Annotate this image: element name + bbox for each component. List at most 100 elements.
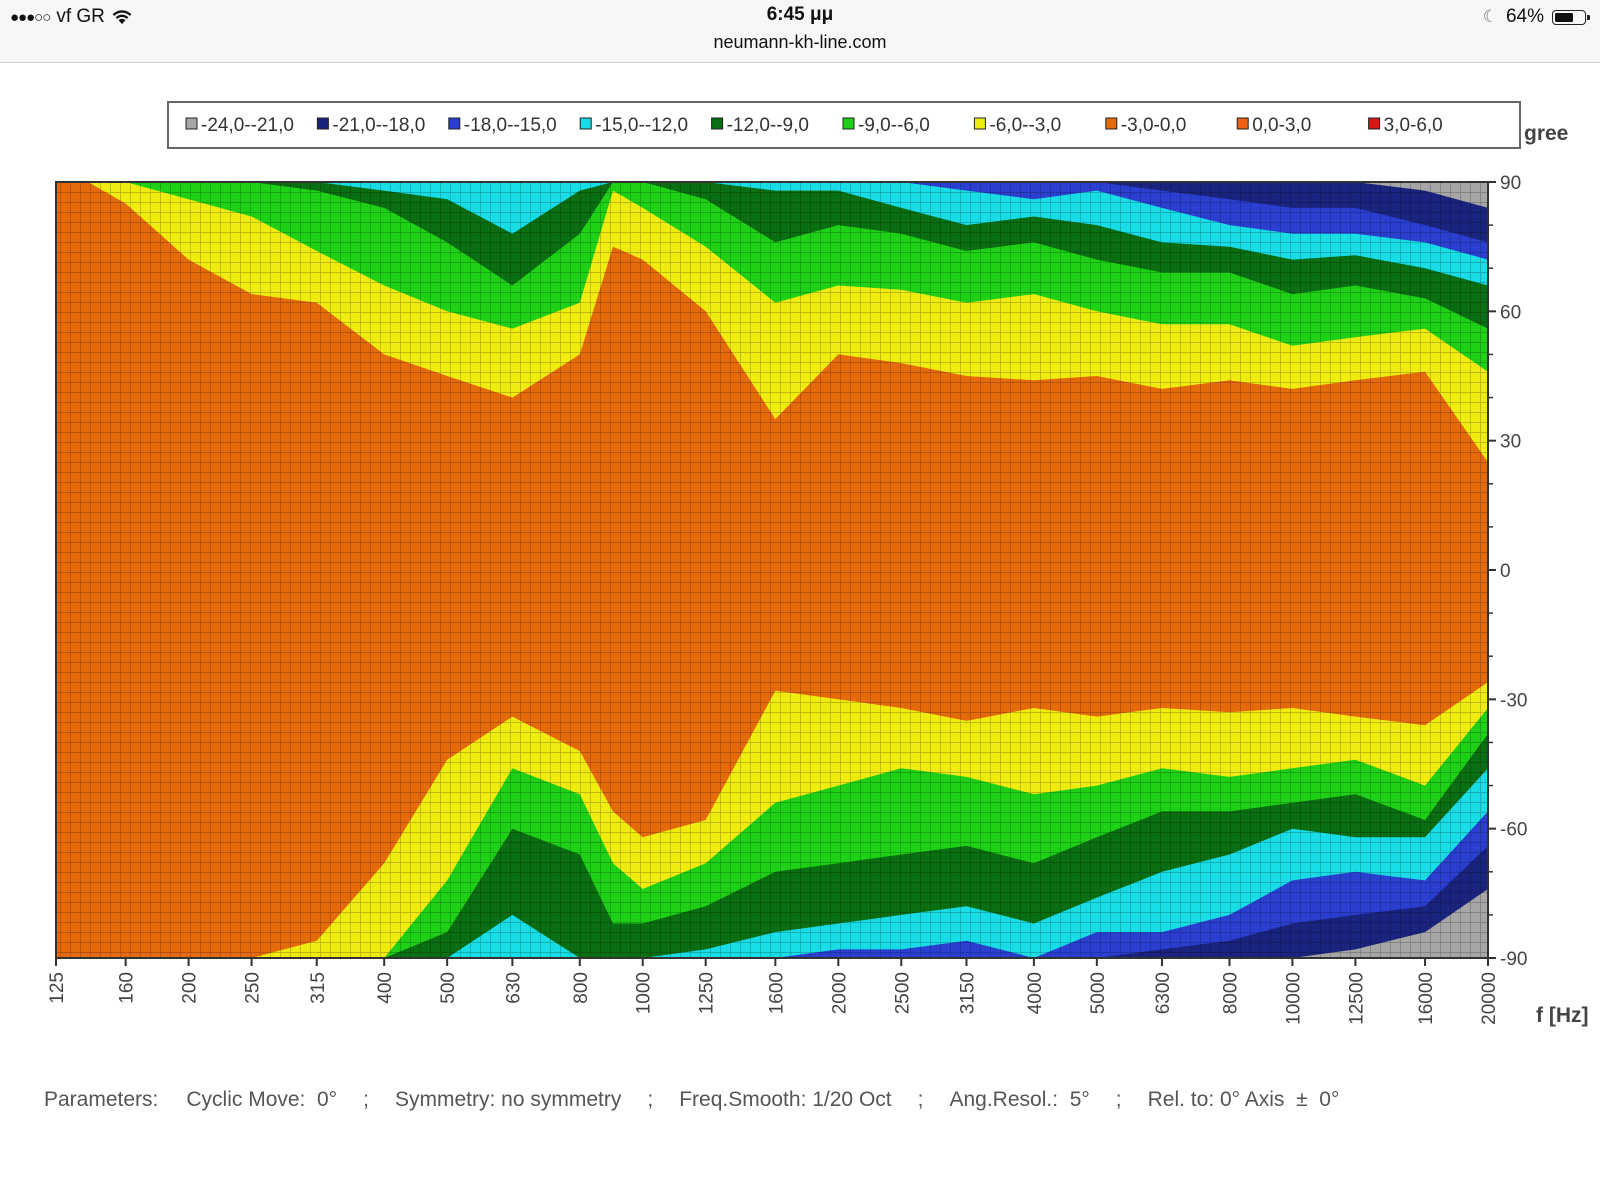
grid-overlay xyxy=(56,182,1488,958)
y-tick-label: 90 xyxy=(1500,173,1521,194)
legend-swatch xyxy=(1236,117,1249,130)
legend-label: -6,0--3,0 xyxy=(989,115,1061,136)
legend-swatch xyxy=(842,117,855,130)
battery-percent: 64% xyxy=(1505,6,1544,27)
legend-swatch xyxy=(579,117,592,130)
x-tick: 1000 xyxy=(634,958,655,1014)
status-right: ☾ 64% xyxy=(1482,4,1590,30)
legend-label: -3,0-0,0 xyxy=(1121,115,1186,136)
x-tick-label: 20000 xyxy=(1479,972,1500,1025)
legend-swatch xyxy=(316,117,329,130)
x-axis-label: f [Hz] xyxy=(1536,1004,1588,1027)
x-tick: 500 xyxy=(438,958,459,1004)
legend-swatch xyxy=(1368,117,1381,130)
y-tick: 0 xyxy=(1488,561,1511,582)
x-tick-label: 200 xyxy=(180,972,201,1004)
x-tick: 630 xyxy=(503,958,524,1004)
x-tick-label: 16000 xyxy=(1416,972,1437,1025)
x-tick-label: 4000 xyxy=(1025,972,1046,1014)
param-rel-to: Rel. to: 0° Axis ± 0° xyxy=(1147,1088,1340,1111)
legend-entry: -21,0--18,0 xyxy=(316,115,425,136)
address-bar-url[interactable]: neumann-kh-line.com xyxy=(0,32,1600,53)
legend-entry: -18,0--15,0 xyxy=(448,115,557,136)
x-tick-label: 500 xyxy=(438,972,459,1004)
param-separator: ; xyxy=(917,1088,924,1111)
legend-swatch xyxy=(711,117,724,130)
x-tick: 1250 xyxy=(697,958,718,1014)
y-tick: -90 xyxy=(1488,949,1527,970)
y-tick: -60 xyxy=(1488,820,1527,841)
x-tick-label: 800 xyxy=(571,972,592,1004)
x-tick: 250 xyxy=(243,958,264,1004)
legend-entry: -12,0--9,0 xyxy=(711,115,809,136)
moon-icon: ☾ xyxy=(1482,7,1498,26)
legend-swatch xyxy=(1105,117,1118,130)
x-tick: 16000 xyxy=(1416,958,1437,1025)
x-tick-label: 10000 xyxy=(1283,972,1304,1025)
y-tick-label: -90 xyxy=(1500,949,1527,970)
param-ang-resol: Ang.Resol.: 5° xyxy=(949,1088,1090,1111)
y-tick-label: 0 xyxy=(1500,561,1511,582)
x-tick-label: 125 xyxy=(47,972,68,1004)
y-tick: -30 xyxy=(1488,690,1527,711)
legend-label: -24,0--21,0 xyxy=(201,115,294,136)
y-tick-label: 60 xyxy=(1500,302,1521,323)
legend-label: -18,0--15,0 xyxy=(464,115,557,136)
x-tick: 4000 xyxy=(1025,958,1046,1014)
legend-swatch xyxy=(448,117,461,130)
x-tick: 315 xyxy=(308,958,329,1004)
param-cyclic-move: Cyclic Move: 0° xyxy=(186,1088,338,1111)
x-tick-label: 8000 xyxy=(1221,972,1242,1014)
y-tick: 90 xyxy=(1488,173,1521,194)
x-tick-label: 1600 xyxy=(766,972,787,1014)
x-tick: 3150 xyxy=(958,958,979,1014)
x-tick-label: 250 xyxy=(243,972,264,1004)
x-tick-label: 630 xyxy=(503,972,524,1004)
x-tick: 20000 xyxy=(1479,958,1500,1025)
y-tick: 30 xyxy=(1488,432,1521,453)
param-symmetry: Symmetry: no symmetry xyxy=(394,1088,622,1111)
x-tick-label: 2500 xyxy=(892,972,913,1014)
parameters-line: Parameters: Cyclic Move: 0° ; Symmetry: … xyxy=(44,1088,1339,1112)
y-tick-label: -30 xyxy=(1500,690,1527,711)
x-tick: 2000 xyxy=(829,958,850,1014)
x-tick: 5000 xyxy=(1088,958,1109,1014)
param-separator: ; xyxy=(647,1088,654,1111)
x-tick: 12500 xyxy=(1346,958,1367,1025)
x-tick: 800 xyxy=(571,958,592,1004)
x-tick-label: 1250 xyxy=(697,972,718,1014)
x-tick-label: 160 xyxy=(117,972,138,1004)
param-freq-smooth: Freq.Smooth: 1/20 Oct xyxy=(679,1088,892,1111)
x-tick-label: 5000 xyxy=(1088,972,1109,1014)
x-tick-label: 400 xyxy=(375,972,396,1004)
x-tick-label: 12500 xyxy=(1346,972,1367,1025)
x-tick: 125 xyxy=(47,958,68,1004)
legend-label: -9,0--6,0 xyxy=(858,115,930,136)
legend-entry: -24,0--21,0 xyxy=(185,115,294,136)
x-tick: 400 xyxy=(375,958,396,1004)
y-tick-label: -60 xyxy=(1500,820,1527,841)
param-separator: ; xyxy=(363,1088,369,1111)
status-time: 6:45 μμ xyxy=(766,4,834,25)
x-axis-ticks: 125 160 200 250 315 400 500 630 800 1000 1250 1600 2… xyxy=(47,958,1500,1025)
legend-entry: -15,0--12,0 xyxy=(579,115,688,136)
x-tick-label: 2000 xyxy=(829,972,850,1014)
x-tick-label: 315 xyxy=(308,972,329,1004)
legend-swatch xyxy=(185,117,198,130)
y-axis-ticks: 90 60 30 0 -30 -60 -90 xyxy=(1488,173,1527,970)
legend-label: -21,0--18,0 xyxy=(332,115,425,136)
battery-fill xyxy=(1555,12,1573,22)
x-tick-label: 1000 xyxy=(634,972,655,1014)
param-separator: ; xyxy=(1115,1088,1122,1111)
x-tick-label: 3150 xyxy=(958,972,979,1014)
y-tick-label: 30 xyxy=(1500,432,1521,453)
legend-label: -15,0--12,0 xyxy=(595,115,688,136)
legend-swatch xyxy=(973,117,986,130)
parameters-label: Parameters: xyxy=(44,1088,159,1111)
x-tick-label: 6300 xyxy=(1153,972,1174,1014)
status-bar: ●●●○○ vf GR 6:45 μμ neumann-kh-line.com … xyxy=(0,0,1600,63)
y-tick: 60 xyxy=(1488,302,1521,323)
x-tick: 1600 xyxy=(766,958,787,1014)
x-tick: 10000 xyxy=(1283,958,1304,1025)
legend-label: 0,0-3,0 xyxy=(1252,115,1311,136)
